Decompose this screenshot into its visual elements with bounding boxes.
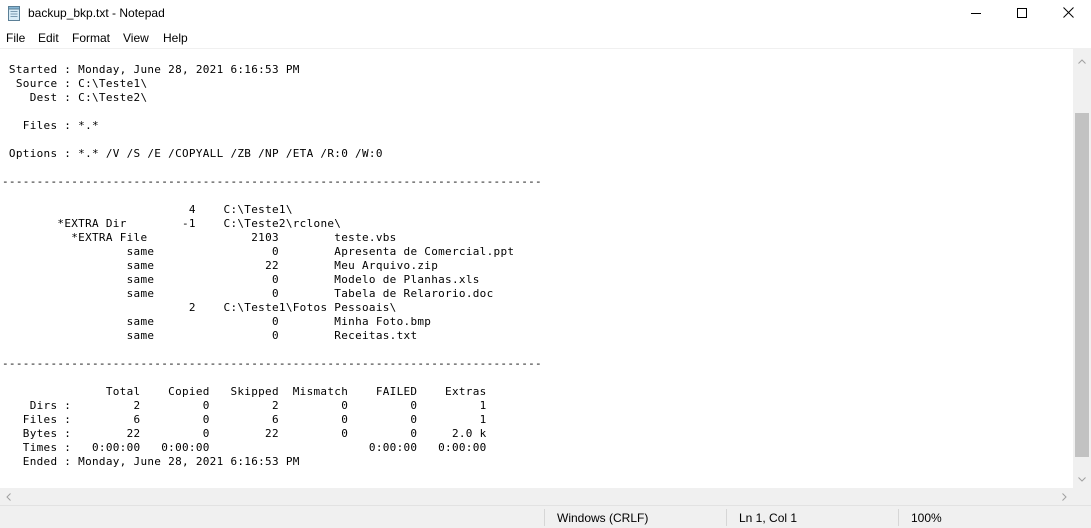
status-separator: [726, 509, 727, 526]
scroll-right-button[interactable]: [1056, 488, 1073, 505]
menu-file[interactable]: File: [6, 31, 25, 45]
close-button[interactable]: [1045, 0, 1091, 28]
status-line-ending: Windows (CRLF): [557, 511, 649, 525]
arrow-up-icon: [1078, 51, 1086, 69]
text-editor[interactable]: Started : Monday, June 28, 2021 6:16:53 …: [0, 49, 1073, 488]
document-text: Started : Monday, June 28, 2021 6:16:53 …: [2, 63, 542, 468]
status-zoom: 100%: [911, 511, 942, 525]
notepad-icon: [8, 6, 21, 21]
menu-help[interactable]: Help: [163, 31, 188, 45]
menu-bar: File Edit Format View Help: [0, 28, 1091, 48]
vertical-scroll-thumb[interactable]: [1075, 113, 1089, 457]
arrow-right-icon: [1062, 488, 1067, 506]
minimize-icon: [971, 5, 981, 23]
window-title: backup_bkp.txt - Notepad: [28, 6, 165, 20]
title-bar: backup_bkp.txt - Notepad: [0, 0, 1091, 28]
maximize-icon: [1017, 5, 1027, 23]
minimize-button[interactable]: [953, 0, 999, 28]
menu-edit[interactable]: Edit: [38, 31, 59, 45]
close-icon: [1062, 5, 1074, 23]
maximize-button[interactable]: [999, 0, 1045, 28]
scroll-left-button[interactable]: [0, 488, 17, 505]
scroll-up-button[interactable]: [1073, 51, 1091, 68]
menu-format[interactable]: Format: [72, 31, 110, 45]
arrow-down-icon: [1078, 469, 1086, 487]
status-bar: Windows (CRLF) Ln 1, Col 1 100%: [0, 505, 1091, 528]
scroll-down-button[interactable]: [1073, 469, 1091, 486]
status-separator: [898, 509, 899, 526]
horizontal-scrollbar[interactable]: [0, 488, 1073, 505]
status-cursor-position: Ln 1, Col 1: [739, 511, 798, 525]
scrollbar-corner: [1073, 488, 1091, 505]
status-separator: [544, 509, 545, 526]
vertical-scrollbar[interactable]: [1073, 49, 1091, 488]
menu-view[interactable]: View: [123, 31, 149, 45]
arrow-left-icon: [6, 488, 11, 506]
